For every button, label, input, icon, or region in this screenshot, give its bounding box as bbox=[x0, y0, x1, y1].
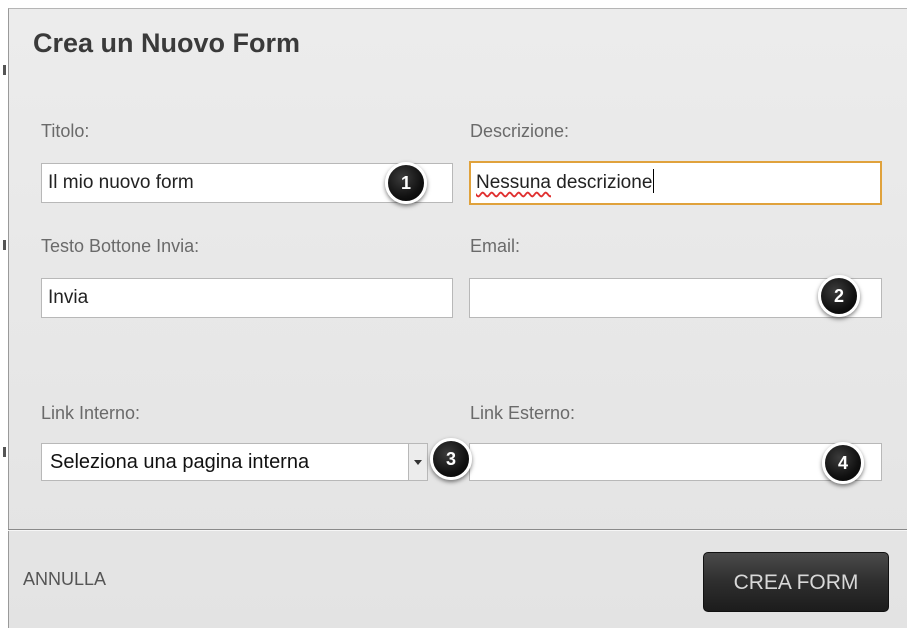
titolo-value: Il mio nuovo form bbox=[48, 172, 194, 193]
footer-divider-highlight bbox=[8, 530, 907, 531]
create-form-button[interactable]: CREA FORM bbox=[703, 552, 889, 612]
create-form-dialog bbox=[8, 8, 907, 628]
testo-bottone-input[interactable]: Invia bbox=[41, 278, 453, 318]
link-esterno-input[interactable] bbox=[469, 443, 882, 481]
dialog-title: Crea un Nuovo Form bbox=[33, 28, 301, 58]
chevron-down-icon[interactable] bbox=[408, 444, 427, 480]
descrizione-value-rest: descrizione bbox=[551, 172, 653, 193]
edge-marker bbox=[3, 65, 6, 75]
testo-bottone-label: Testo Bottone Invia: bbox=[41, 236, 200, 256]
link-interno-label: Link Interno: bbox=[41, 403, 141, 423]
edge-marker bbox=[3, 447, 6, 457]
descrizione-value-misspelled: Nessuna bbox=[476, 172, 551, 193]
callout-badge-1: 1 bbox=[385, 162, 427, 204]
cancel-link[interactable]: ANNULLA bbox=[23, 569, 106, 590]
descrizione-label: Descrizione: bbox=[470, 121, 570, 141]
descrizione-input[interactable]: Nessuna descrizione bbox=[469, 161, 882, 205]
text-caret bbox=[653, 169, 655, 193]
callout-badge-3: 3 bbox=[430, 438, 472, 480]
link-interno-select[interactable]: Seleziona una pagina interna bbox=[41, 443, 428, 481]
testo-bottone-value: Invia bbox=[48, 287, 89, 308]
link-esterno-label: Link Esterno: bbox=[470, 403, 576, 423]
email-label: Email: bbox=[470, 236, 521, 256]
callout-badge-2: 2 bbox=[818, 275, 860, 317]
left-page-edge bbox=[0, 0, 8, 628]
edge-marker bbox=[3, 240, 6, 250]
link-interno-selected: Seleziona una pagina interna bbox=[50, 451, 310, 473]
callout-badge-4: 4 bbox=[822, 442, 864, 484]
titolo-label: Titolo: bbox=[41, 121, 90, 141]
